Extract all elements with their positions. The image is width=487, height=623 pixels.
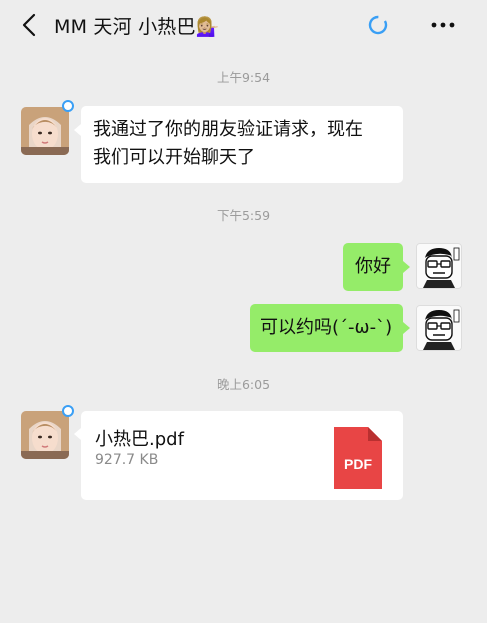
message-text-line: 我通过了你的朋友验证请求，现在 — [93, 119, 363, 140]
my-avatar-image — [417, 244, 461, 288]
my-avatar[interactable] — [416, 243, 462, 289]
my-avatar[interactable] — [416, 305, 462, 351]
bubble-tail — [403, 322, 410, 334]
back-arrow-icon[interactable] — [14, 11, 44, 39]
sent-message-bubble[interactable]: 可以约吗(´-ω-`) — [250, 304, 403, 352]
chat-title: MM 天河 小热巴💁🏼‍♀️ — [54, 16, 220, 38]
message-timestamp: 上午9:54 — [216, 70, 271, 85]
received-message-bubble[interactable]: 我通过了你的朋友验证请求，现在 我们可以开始聊天了 — [81, 106, 403, 183]
chat-header: MM 天河 小热巴💁🏼‍♀️ — [0, 0, 487, 50]
bubble-tail — [74, 124, 81, 136]
file-name: 小热巴.pdf — [95, 429, 184, 450]
bubble-tail — [403, 261, 410, 273]
online-status-icon — [62, 100, 74, 112]
more-options-icon[interactable] — [425, 13, 461, 37]
contact-avatar[interactable] — [21, 107, 69, 155]
contact-avatar-image — [21, 411, 69, 459]
pdf-file-icon: PDF — [334, 427, 382, 489]
message-timestamp: 下午5:59 — [216, 208, 271, 223]
message-timestamp: 晚上6:05 — [216, 377, 271, 392]
file-size: 927.7 KB — [95, 452, 159, 468]
my-avatar-image — [417, 306, 461, 350]
sent-message-bubble[interactable]: 你好 — [343, 243, 403, 291]
sync-icon[interactable] — [366, 13, 390, 37]
message-text: 可以约吗(´-ω-`) — [260, 317, 393, 338]
contact-avatar-image — [21, 107, 69, 155]
online-status-icon — [62, 405, 74, 417]
bubble-tail — [74, 428, 81, 440]
message-text-line: 我们可以开始聊天了 — [93, 147, 255, 168]
file-message-card[interactable]: 小热巴.pdf 927.7 KB PDF — [81, 411, 403, 500]
contact-avatar[interactable] — [21, 411, 69, 459]
pdf-type-label: PDF — [344, 456, 372, 472]
message-text: 你好 — [355, 256, 391, 277]
